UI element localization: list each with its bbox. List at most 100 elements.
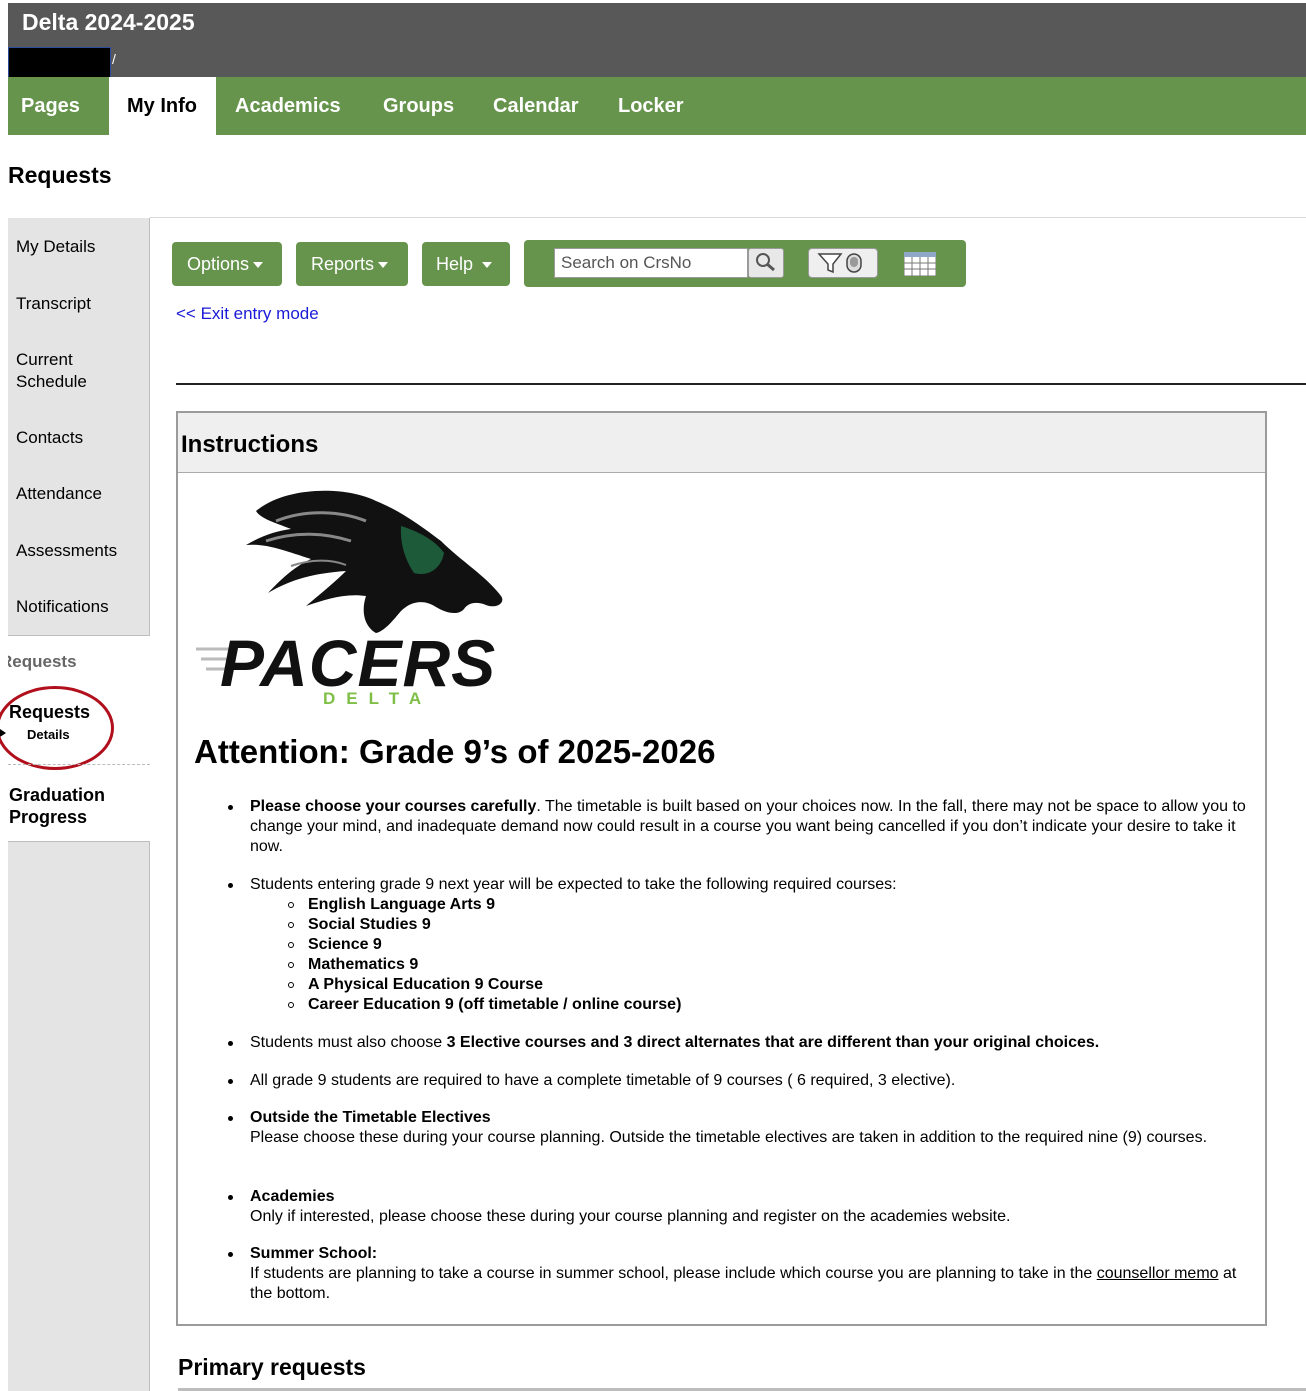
bullet-icon <box>228 1195 233 1200</box>
tab-groups[interactable]: Groups <box>383 77 454 135</box>
sidebar-item-notifications[interactable]: Notifications <box>16 596 109 618</box>
tab-locker[interactable]: Locker <box>618 77 684 135</box>
item-title: Outside the Timetable Electives <box>250 1109 491 1126</box>
list-item: Students must also choose 3 Elective cou… <box>228 1033 1250 1053</box>
tab-my-info[interactable]: My Info <box>109 77 216 135</box>
primary-requests-heading: Primary requests <box>178 1354 366 1380</box>
instructions-panel: Instructions PACERS DELTA Attention: Gra… <box>176 411 1267 1326</box>
tab-academics[interactable]: Academics <box>235 77 341 135</box>
sidebar-item-transcript[interactable]: Transcript <box>16 293 91 315</box>
caret-down-icon <box>482 262 493 269</box>
item-bold-text: Please choose your courses carefully <box>250 798 537 815</box>
logo-subtitle: DELTA <box>323 689 433 708</box>
sidebar-item-assessments[interactable]: Assessments <box>16 540 117 562</box>
filter-icon <box>817 253 862 274</box>
list-item: Science 9 <box>288 935 1250 955</box>
course-name: Career Education 9 (off timetable / onli… <box>308 996 682 1013</box>
app-title: Delta 2024-2025 <box>22 9 195 35</box>
circle-bullet-icon <box>288 1002 294 1008</box>
redacted-user-name <box>8 47 111 78</box>
circle-bullet-icon <box>288 922 294 928</box>
item-title: Academies <box>250 1188 335 1205</box>
list-item: Please choose your courses carefully. Th… <box>228 797 1250 857</box>
sidebar-item-label: Current <box>16 350 73 369</box>
divider <box>150 217 1306 218</box>
caret-down-icon <box>253 262 264 269</box>
item-text: Only if interested, please choose these … <box>250 1208 1011 1225</box>
highlight-circle <box>0 686 114 770</box>
list-item: English Language Arts 9 <box>288 895 1250 915</box>
instructions-heading: Instructions <box>181 431 319 458</box>
user-name-suffix: / <box>112 51 116 67</box>
help-label: Help <box>436 254 474 274</box>
search-toolbar <box>524 240 966 287</box>
item-text: If students are planning to take a cours… <box>250 1264 1250 1304</box>
course-name: Mathematics 9 <box>308 956 419 973</box>
bullet-icon <box>228 1079 233 1084</box>
bullet-icon <box>228 1252 233 1257</box>
required-course-list: English Language Arts 9 Social Studies 9… <box>250 895 1250 1015</box>
side-nav: My Details Transcript Current Schedule C… <box>8 218 150 636</box>
bullet-icon <box>228 1116 233 1121</box>
item-text: Students must also choose <box>250 1034 447 1051</box>
magnifier-icon <box>756 253 775 272</box>
list-item: Career Education 9 (off timetable / onli… <box>288 995 1250 1015</box>
exit-entry-mode-link[interactable]: << Exit entry mode <box>176 304 319 324</box>
list-item: A Physical Education 9 Course <box>288 975 1250 995</box>
circle-bullet-icon <box>288 962 294 968</box>
help-button[interactable]: Help <box>422 242 510 286</box>
counsellor-memo-link[interactable]: counsellor memo <box>1097 1265 1219 1282</box>
sidebar-item-my-details[interactable]: My Details <box>16 236 95 258</box>
divider <box>176 383 1306 385</box>
bullet-icon <box>228 1041 233 1046</box>
item-text: All grade 9 students are required to hav… <box>250 1072 956 1089</box>
app-header: Delta 2024-2025 / <box>8 3 1306 78</box>
list-item: Summer School: If students are planning … <box>228 1244 1250 1304</box>
bullet-icon <box>228 883 233 888</box>
sidebar-section-requests: Requests <box>0 652 77 671</box>
item-title: Summer School: <box>250 1245 378 1262</box>
sidebar-item-attendance[interactable]: Attendance <box>16 483 102 505</box>
sidebar-item-label: Graduation <box>9 785 106 805</box>
item-text: Students entering grade 9 next year will… <box>250 876 897 893</box>
item-bold-text: 3 Elective courses and 3 direct alternat… <box>446 1034 1100 1051</box>
attention-heading: Attention: Grade 9’s of 2025-2026 <box>194 733 716 770</box>
filter-button[interactable] <box>808 248 878 278</box>
course-name: A Physical Education 9 Course <box>308 976 544 993</box>
grid-icon <box>903 251 937 277</box>
list-item: Social Studies 9 <box>288 915 1250 935</box>
item-text-part: If students are planning to take a cours… <box>250 1265 1097 1282</box>
search-input[interactable] <box>554 248 748 278</box>
side-nav-filler <box>8 841 150 1391</box>
list-item: Academies Only if interested, please cho… <box>228 1187 1250 1227</box>
course-name: English Language Arts 9 <box>308 896 495 913</box>
main-nav: Pages My Info Academics Groups Calendar … <box>8 77 1306 135</box>
tab-calendar[interactable]: Calendar <box>493 77 579 135</box>
caret-down-icon <box>378 262 389 269</box>
reports-button[interactable]: Reports <box>296 242 408 286</box>
options-button[interactable]: Options <box>172 242 282 286</box>
list-item: Students entering grade 9 next year will… <box>228 875 1250 1015</box>
divider <box>8 764 150 765</box>
circle-bullet-icon <box>288 982 294 988</box>
course-name: Social Studies 9 <box>308 916 431 933</box>
circle-bullet-icon <box>288 902 294 908</box>
course-name: Science 9 <box>308 936 382 953</box>
item-text: Please choose these during your course p… <box>250 1129 1208 1146</box>
list-item: Outside the Timetable Electives Please c… <box>228 1108 1250 1148</box>
search-button[interactable] <box>748 248 784 278</box>
circle-bullet-icon <box>288 942 294 948</box>
instructions-header: Instructions <box>178 413 1265 473</box>
list-item: All grade 9 students are required to hav… <box>228 1071 1250 1091</box>
page-title: Requests <box>8 162 112 188</box>
tab-pages[interactable]: Pages <box>8 77 109 135</box>
grid-view-button[interactable] <box>903 251 937 277</box>
sidebar-item-graduation-progress[interactable]: Graduation Progress <box>9 784 105 828</box>
reports-label: Reports <box>311 254 375 274</box>
sidebar-item-label: Schedule <box>16 372 87 391</box>
sidebar-item-label: Progress <box>9 807 88 827</box>
options-label: Options <box>187 254 250 274</box>
sidebar-item-current-schedule[interactable]: Current Schedule <box>16 349 87 393</box>
sidebar-item-contacts[interactable]: Contacts <box>16 427 83 449</box>
bullet-icon <box>228 805 233 810</box>
